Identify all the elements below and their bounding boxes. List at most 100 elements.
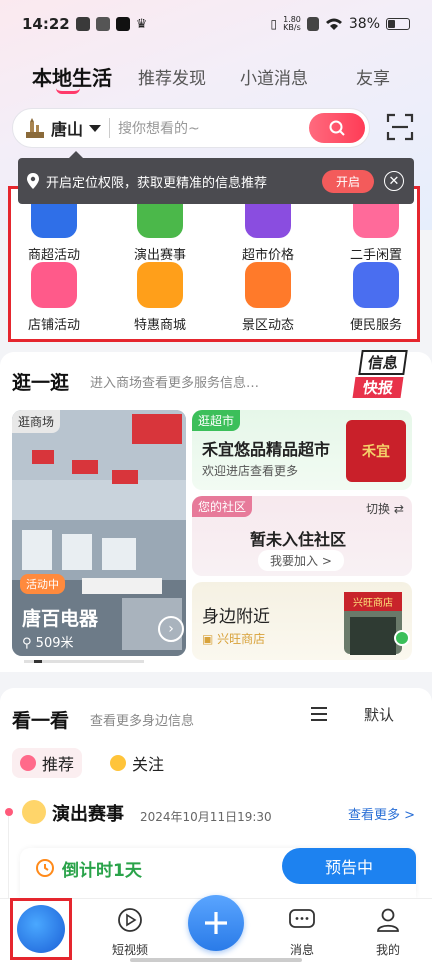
nav-home[interactable] (10, 898, 72, 960)
mail-icon (95, 17, 110, 31)
community-title: 暂未入住社区 (250, 530, 347, 549)
nav-short-video-label: 短视频 (111, 943, 148, 957)
battery-text: 38% (348, 16, 380, 32)
location-pin-icon: ⚲ (22, 636, 32, 651)
timeline-dot (5, 808, 13, 816)
city-selector[interactable]: 唐山 (51, 116, 83, 140)
mall-card[interactable]: 逛商场 活动中 唐百电器 ⚲ 509米 › (12, 410, 186, 656)
chip-follow-label: 关注 (132, 755, 165, 774)
carousel-indicator (24, 660, 144, 663)
nearby-card[interactable]: 身边附近 ▣ 兴旺商店 兴旺商店 (192, 582, 412, 660)
store-icon: ▣ (202, 632, 214, 646)
home-indicator (130, 958, 302, 962)
search-icon (329, 120, 345, 136)
vibrate-icon: ▯ (270, 17, 278, 31)
store-front (350, 617, 396, 655)
news-flash-badge[interactable]: 信息 快报 (352, 350, 412, 400)
convenience-service-icon (353, 262, 399, 308)
nav-profile[interactable]: 我的 (358, 907, 418, 958)
scan-icon[interactable] (386, 113, 414, 141)
view-more-link[interactable]: 查看更多 > (348, 804, 415, 823)
browse-subtitle: 进入商场查看更多服务信息… (90, 376, 260, 391)
tab-share[interactable]: 友享 (356, 64, 390, 89)
chevron-right-icon[interactable]: › (158, 616, 184, 642)
search-divider (109, 118, 111, 138)
service-label: 景区动态 (241, 318, 294, 333)
service-label: 特惠商城 (133, 318, 186, 333)
supermarket-subtitle: 欢迎进店查看更多 (202, 464, 299, 478)
nearby-title: 身边附近 (202, 607, 270, 627)
service-label: 商超活动 (27, 248, 80, 263)
community-tag: 您的社区 (192, 496, 253, 517)
look-subtitle: 查看更多身边信息 (90, 714, 195, 729)
nav-short-video[interactable]: 短视频 (100, 907, 160, 958)
app-logo-icon (17, 905, 65, 953)
service-item[interactable]: 店铺活动 (6, 262, 102, 333)
star-icon (110, 755, 126, 771)
store-sign: 兴旺商店 (344, 592, 402, 611)
tab-local-life[interactable]: 本地生活 (32, 62, 112, 91)
service-item[interactable]: 便民服务 (328, 262, 424, 333)
mall-distance-value: 509米 (35, 636, 74, 651)
nav-profile-label: 我的 (375, 943, 400, 957)
nearby-store: ▣ 兴旺商店 (202, 630, 265, 647)
community-switch[interactable]: 切换 ⇄ (366, 500, 404, 517)
service-label: 演出赛事 (133, 248, 186, 263)
service-item[interactable]: 景区动态 (220, 262, 316, 333)
app-notification-icon (75, 17, 90, 31)
service-label: 二手闲置 (349, 248, 402, 263)
chevron-down-icon[interactable] (89, 124, 102, 132)
nearby-store-name: 兴旺商店 (217, 632, 266, 646)
chip-follow[interactable]: 关注 (102, 748, 172, 778)
event-title: 演出赛事 (52, 804, 124, 825)
battery-icon (386, 18, 410, 30)
community-card[interactable]: 您的社区 切换 ⇄ 暂未入住社区 我要加入 > (192, 496, 412, 576)
status-time: 14:22 (22, 15, 70, 33)
publish-button[interactable] (188, 895, 244, 951)
event-date: 2024年10月11日19:30 (140, 810, 272, 824)
nav-messages[interactable]: 消息 (272, 907, 332, 958)
alarm-clock-icon (36, 859, 54, 877)
search-button[interactable] (309, 113, 365, 143)
nav-messages-label: 消息 (289, 943, 314, 957)
discount-mall-icon (137, 262, 183, 308)
medal-icon (20, 755, 36, 771)
chip-recommend[interactable]: 推荐 (12, 748, 83, 778)
location-pin-icon (27, 173, 39, 189)
event-avatar-icon (22, 800, 46, 824)
location-tip-text: 开启定位权限，获取更精准的信息推荐 (46, 175, 268, 191)
tab-gossip[interactable]: 小道消息 (240, 64, 308, 89)
net-speed: 1.80 KB/s (283, 15, 301, 32)
close-icon[interactable]: ✕ (384, 171, 404, 191)
scenic-news-icon (245, 262, 291, 308)
supermarket-tag: 逛超市 (192, 410, 241, 431)
city-landmark-icon (26, 118, 44, 138)
status-bar: 14:22 ♛ ▯ 1.80 KB/s 38% (0, 0, 432, 48)
tab-recommend[interactable]: 推荐发现 (138, 64, 206, 89)
tab-active-indicator (56, 88, 80, 94)
plus-icon (205, 912, 227, 934)
news-badge-bottom: 快报 (352, 377, 404, 398)
location-open-button[interactable]: 开启 (321, 169, 374, 193)
service-item[interactable]: 特惠商城 (112, 262, 208, 333)
timeline-line (8, 816, 9, 902)
message-icon (289, 909, 315, 928)
supermarket-card[interactable]: 逛超市 禾宜悠品精品超市 欢迎进店查看更多 禾宜 (192, 410, 412, 490)
play-circle-icon (118, 908, 142, 932)
switch-icon: ⇄ (393, 502, 404, 516)
search-bar: 唐山 搜你想看的~ (12, 108, 370, 148)
menu-icon[interactable] (311, 707, 327, 721)
supermarket-logo-text: 禾宜 (362, 444, 390, 460)
supermarket-title: 禾宜悠品精品超市 (202, 440, 331, 459)
mall-status-badge: 活动中 (20, 574, 65, 594)
community-join-button[interactable]: 我要加入 > (258, 550, 344, 571)
mall-tag: 逛商场 (12, 410, 61, 433)
sort-selector[interactable]: 默认 (364, 704, 394, 725)
crown-icon: ♛ (135, 16, 148, 32)
chip-recommend-label: 推荐 (42, 755, 75, 774)
map-pin-icon (394, 630, 410, 646)
store-activity-icon (31, 262, 77, 308)
mall-name: 唐百电器 (22, 608, 99, 630)
community-switch-label: 切换 (366, 502, 391, 516)
service-label: 店铺活动 (27, 318, 80, 333)
